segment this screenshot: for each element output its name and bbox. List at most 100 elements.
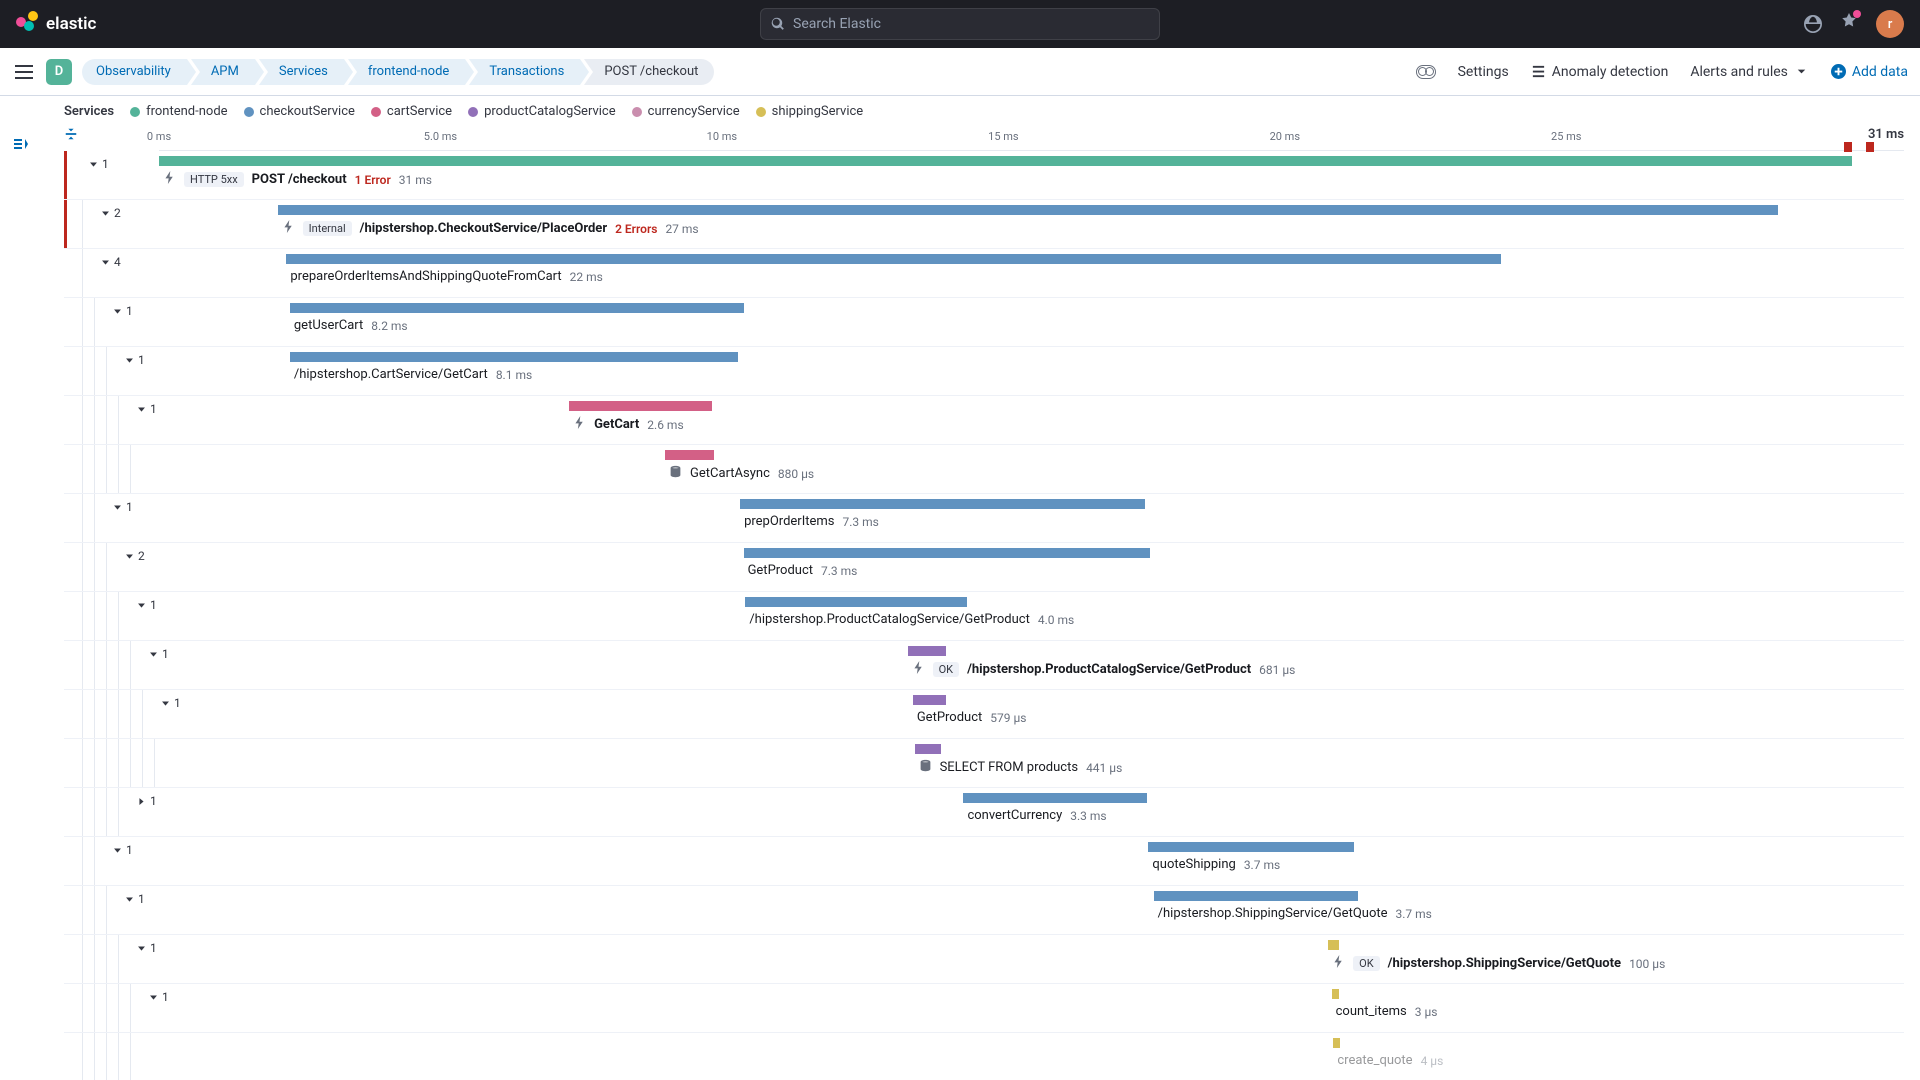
- breadcrumb-transactions[interactable]: Transactions: [469, 59, 580, 85]
- row-toggle[interactable]: 1: [136, 402, 157, 416]
- span-row[interactable]: 2 GetProduct7.3 ms: [64, 543, 1904, 592]
- span-label[interactable]: Internal/hipstershop.CheckoutService/Pla…: [282, 220, 699, 237]
- span-row[interactable]: 1 GetCart2.6 ms: [64, 396, 1904, 445]
- span-label[interactable]: /hipstershop.ShippingService/GetQuote3.7…: [1158, 906, 1432, 921]
- span-bar[interactable]: [290, 303, 744, 313]
- legend-currencyService[interactable]: currencyService: [632, 104, 740, 119]
- span-label[interactable]: SELECT FROM products441 µs: [919, 759, 1123, 776]
- alerts-link[interactable]: Alerts and rules: [1690, 64, 1809, 80]
- row-toggle[interactable]: 1: [124, 353, 145, 367]
- span-bar[interactable]: [665, 450, 714, 460]
- nav-toggle-icon[interactable]: [12, 60, 36, 84]
- add-data-link[interactable]: Add data: [1831, 64, 1908, 80]
- span-row[interactable]: 1 getUserCart8.2 ms: [64, 298, 1904, 347]
- span-label[interactable]: HTTP 5xxPOST /checkout1 Error31 ms: [163, 171, 432, 188]
- span-label[interactable]: GetCartAsync880 µs: [669, 465, 814, 482]
- space-selector[interactable]: D: [46, 59, 72, 85]
- span-row[interactable]: 1 quoteShipping3.7 ms: [64, 837, 1904, 886]
- news-icon[interactable]: [1840, 13, 1858, 35]
- span-row[interactable]: 1/hipstershop.CartService/GetCart8.1 ms: [64, 347, 1904, 396]
- inspect-icon[interactable]: [1416, 65, 1436, 79]
- span-row[interactable]: 1GetProduct579 µs: [64, 690, 1904, 739]
- anomaly-link[interactable]: Anomaly detection: [1531, 64, 1669, 80]
- span-bar[interactable]: [278, 205, 1779, 215]
- user-avatar[interactable]: r: [1876, 10, 1904, 38]
- span-bar[interactable]: [745, 597, 967, 607]
- span-bar[interactable]: [1333, 1038, 1340, 1048]
- span-label[interactable]: OK/hipstershop.ProductCatalogService/Get…: [912, 661, 1296, 678]
- span-bar[interactable]: [1328, 940, 1338, 950]
- span-row[interactable]: 1/hipstershop.ProductCatalogService/GetP…: [64, 592, 1904, 641]
- row-toggle[interactable]: 1: [136, 794, 157, 808]
- span-row[interactable]: 1 convertCurrency3.3 ms: [64, 788, 1904, 837]
- span-label[interactable]: /hipstershop.CartService/GetCart8.1 ms: [294, 367, 532, 382]
- row-toggle[interactable]: 2: [124, 549, 145, 563]
- span-bar[interactable]: [915, 744, 941, 754]
- row-toggle[interactable]: 4: [100, 255, 121, 269]
- global-search[interactable]: Search Elastic: [760, 8, 1160, 40]
- span-bar[interactable]: [569, 401, 712, 411]
- span-bar[interactable]: [908, 646, 946, 656]
- legend-cartService[interactable]: cartService: [371, 104, 452, 119]
- row-toggle[interactable]: 1: [88, 157, 109, 171]
- span-bar[interactable]: [740, 499, 1145, 509]
- span-label[interactable]: create_quote4 µs: [1337, 1053, 1443, 1068]
- span-name: prepOrderItems: [744, 514, 834, 529]
- row-toggle[interactable]: 1: [112, 500, 133, 514]
- row-toggle[interactable]: 1: [136, 941, 157, 955]
- globe-icon[interactable]: [1804, 15, 1822, 33]
- span-label[interactable]: convertCurrency3.3 ms: [967, 808, 1106, 823]
- span-bar[interactable]: [963, 793, 1146, 803]
- breadcrumb-frontend-node[interactable]: frontend-node: [348, 59, 465, 85]
- legend-frontend-node[interactable]: frontend-node: [130, 104, 227, 119]
- span-bar[interactable]: [1332, 989, 1339, 999]
- span-row[interactable]: GetCartAsync880 µs: [64, 445, 1904, 494]
- bolt-icon: [573, 416, 586, 433]
- span-name: getUserCart: [294, 318, 363, 333]
- row-toggle[interactable]: 1: [124, 892, 145, 906]
- row-toggle[interactable]: 1: [112, 304, 133, 318]
- breadcrumb-post-checkout[interactable]: POST /checkout: [584, 59, 714, 85]
- span-label[interactable]: GetCart2.6 ms: [573, 416, 684, 433]
- span-bar[interactable]: [744, 548, 1151, 558]
- span-bar[interactable]: [1154, 891, 1358, 901]
- breadcrumb-apm[interactable]: APM: [191, 59, 255, 85]
- span-row[interactable]: 1OK/hipstershop.ProductCatalogService/Ge…: [64, 641, 1904, 690]
- row-toggle[interactable]: 1: [112, 843, 133, 857]
- span-label[interactable]: prepareOrderItemsAndShippingQuoteFromCar…: [290, 269, 602, 284]
- legend-productCatalogService[interactable]: productCatalogService: [468, 104, 616, 119]
- span-label[interactable]: count_items3 µs: [1336, 1004, 1438, 1019]
- span-label[interactable]: prepOrderItems7.3 ms: [744, 514, 879, 529]
- span-row[interactable]: 1 HTTP 5xxPOST /checkout1 Error31 ms: [64, 151, 1904, 200]
- settings-link[interactable]: Settings: [1458, 64, 1509, 80]
- legend-shippingService[interactable]: shippingService: [756, 104, 864, 119]
- span-label[interactable]: quoteShipping3.7 ms: [1152, 857, 1280, 872]
- row-toggle[interactable]: 1: [136, 598, 157, 612]
- span-label[interactable]: GetProduct579 µs: [917, 710, 1027, 725]
- span-bar[interactable]: [286, 254, 1501, 264]
- span-label[interactable]: /hipstershop.ProductCatalogService/GetPr…: [749, 612, 1074, 627]
- span-bar[interactable]: [1148, 842, 1354, 852]
- rail-expand[interactable]: [0, 96, 40, 1080]
- span-label[interactable]: OK/hipstershop.ShippingService/GetQuote1…: [1332, 955, 1665, 972]
- span-row[interactable]: 1 prepOrderItems7.3 ms: [64, 494, 1904, 543]
- span-bar[interactable]: [290, 352, 738, 362]
- legend-checkoutService[interactable]: checkoutService: [244, 104, 355, 119]
- span-label[interactable]: GetProduct7.3 ms: [748, 563, 858, 578]
- span-duration: 3.3 ms: [1070, 809, 1106, 823]
- breadcrumb-services[interactable]: Services: [259, 59, 344, 85]
- elastic-logo[interactable]: elastic: [16, 13, 96, 35]
- collapse-all-icon[interactable]: [64, 127, 88, 147]
- span-row[interactable]: 1 OK/hipstershop.ShippingService/GetQuote…: [64, 935, 1904, 984]
- span-row[interactable]: SELECT FROM products441 µs: [64, 739, 1904, 788]
- span-row[interactable]: 4 prepareOrderItemsAndShippingQuoteFromCa…: [64, 249, 1904, 298]
- span-label[interactable]: getUserCart8.2 ms: [294, 318, 408, 333]
- span-row[interactable]: 1/hipstershop.ShippingService/GetQuote3.…: [64, 886, 1904, 935]
- span-row[interactable]: 1count_items3 µs: [64, 984, 1904, 1033]
- row-toggle[interactable]: 2: [100, 206, 121, 220]
- span-row[interactable]: create_quote4 µs: [64, 1033, 1904, 1080]
- breadcrumb-observability[interactable]: Observability: [82, 59, 187, 85]
- span-row[interactable]: 2 Internal/hipstershop.CheckoutService/Pl…: [64, 200, 1904, 249]
- span-bar[interactable]: [159, 156, 1852, 166]
- span-bar[interactable]: [913, 695, 946, 705]
